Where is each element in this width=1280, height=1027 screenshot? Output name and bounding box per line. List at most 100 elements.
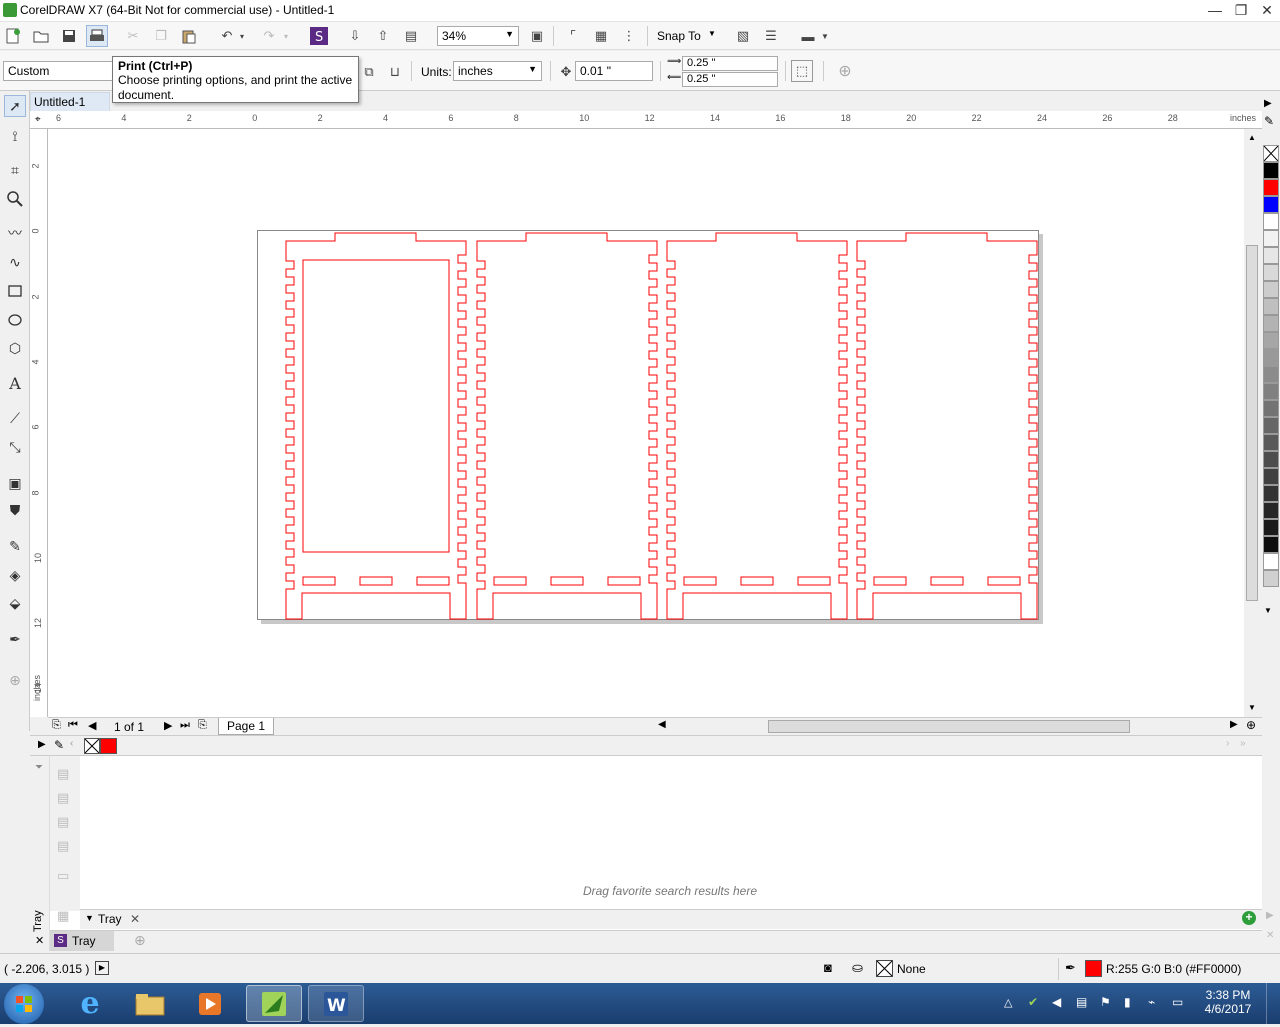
next-page-icon[interactable]: ▶ <box>164 719 172 732</box>
red-color-swatch[interactable] <box>100 738 117 754</box>
document-palette-right-icon[interactable]: › <box>1226 738 1229 749</box>
crop-tool-icon[interactable]: ⌗ <box>4 159 26 181</box>
polygon-tool-icon[interactable]: ⬡ <box>4 337 26 359</box>
ruler-origin-icon[interactable]: ⌖ <box>35 114 41 125</box>
panel-slot[interactable] <box>550 576 584 586</box>
zoom-tool-icon[interactable] <box>4 188 26 210</box>
action-center-icon[interactable]: ⚑ <box>1100 995 1111 1009</box>
full-screen-preview-icon[interactable]: ▣ <box>526 25 548 47</box>
panel-slot[interactable] <box>930 576 964 586</box>
drawing-canvas[interactable] <box>48 129 1244 717</box>
show-desktop-button[interactable] <box>1266 983 1280 1024</box>
media-player-icon[interactable] <box>182 985 238 1022</box>
panel-window-cutout[interactable] <box>302 259 450 553</box>
drop-shadow-tool-icon[interactable]: ▣ <box>4 472 26 494</box>
palette-color-swatch[interactable] <box>1263 196 1279 213</box>
show-guidelines-icon[interactable]: ⋮ <box>618 25 640 47</box>
previous-page-icon[interactable]: ◀ <box>88 719 96 732</box>
palette-color-swatch[interactable] <box>1263 281 1279 298</box>
portrait-landscape-icon[interactable]: ⧉ <box>358 61 380 83</box>
vertical-scrollbar[interactable]: ▲ ▼ <box>1244 129 1260 717</box>
document-palette-eyedropper-icon[interactable]: ✎ <box>54 738 64 752</box>
tray-tab-label[interactable]: Tray <box>98 912 122 926</box>
clock[interactable]: 3:38 PM 4/6/2017 <box>1196 988 1260 1016</box>
interactive-fill-tool-icon[interactable]: ◈ <box>4 564 26 586</box>
application-launcher-icon[interactable]: ☰ <box>760 25 782 47</box>
shape-tool-icon[interactable]: ⟟ <box>4 125 26 147</box>
tray-new-icon[interactable]: ▭ <box>57 868 69 884</box>
document-palette-arrow-icon[interactable]: ▶ <box>38 739 46 750</box>
duplicate-distance-y-input[interactable]: 0.25 " <box>682 72 778 87</box>
tray-settings-icon[interactable]: ▦ <box>57 908 69 924</box>
palette-color-swatch[interactable] <box>1263 468 1279 485</box>
fill-none-swatch[interactable] <box>876 960 893 977</box>
palette-color-swatch[interactable] <box>1263 400 1279 417</box>
add-tool-icon[interactable]: ⊕ <box>4 669 26 691</box>
import-icon[interactable]: ⇩ <box>344 25 366 47</box>
drawing-page[interactable] <box>257 230 1039 620</box>
new-document-icon[interactable] <box>2 25 24 47</box>
tray-overflow-icon[interactable]: △ <box>1004 996 1012 1009</box>
status-expand-icon[interactable]: ▶ <box>95 961 109 975</box>
color-proofing-icon[interactable]: ◙ <box>824 960 832 975</box>
usb-icon[interactable]: ⌁ <box>1148 995 1155 1009</box>
palette-color-swatch[interactable] <box>1263 298 1279 315</box>
right-panel-scroll-icon[interactable]: ▶ <box>1266 910 1274 921</box>
palette-color-swatch[interactable] <box>1263 366 1279 383</box>
panel-slot[interactable] <box>873 576 907 586</box>
palette-color-swatch[interactable] <box>1263 417 1279 434</box>
export-icon[interactable]: ⇧ <box>372 25 394 47</box>
freehand-tool-icon[interactable]: 〰 <box>4 222 26 244</box>
outline-color-swatch[interactable] <box>1085 960 1102 977</box>
paste-icon[interactable] <box>178 25 200 47</box>
paper-preset-combo[interactable]: Custom <box>3 61 113 81</box>
parallel-dimension-tool-icon[interactable]: ⟋ <box>4 407 26 429</box>
tray-side-close-icon[interactable]: ✕ <box>35 934 44 947</box>
copy-icon[interactable]: ❐ <box>150 25 172 47</box>
panel-slot[interactable] <box>359 576 393 586</box>
palette-color-swatch[interactable] <box>1263 434 1279 451</box>
snap-to-chevron-icon[interactable]: ▼ <box>708 29 716 38</box>
welcome-screen-icon[interactable]: ▬ <box>797 25 819 47</box>
internet-explorer-icon[interactable]: e <box>62 985 118 1022</box>
no-color-swatch[interactable] <box>1263 145 1279 162</box>
palette-color-swatch[interactable] <box>1263 536 1279 553</box>
undo-dropdown-chevron-icon[interactable]: ▾ <box>236 25 248 47</box>
horizontal-scroll-thumb[interactable] <box>768 720 1130 733</box>
snap-to-button[interactable]: Snap To <box>657 29 701 43</box>
artistic-media-tool-icon[interactable]: ∿ <box>4 251 26 273</box>
add-page-after-icon[interactable]: ⎘ <box>198 719 207 732</box>
redo-dropdown-chevron-icon[interactable]: ▾ <box>280 25 292 47</box>
palette-color-swatch[interactable] <box>1263 383 1279 400</box>
zoom-level-combo[interactable]: 34% ▼ <box>437 26 519 46</box>
nudge-distance-input[interactable]: 0.01 " <box>575 61 653 81</box>
search-content-icon[interactable]: S <box>308 25 330 47</box>
tray-copy-icon[interactable]: ▤ <box>57 790 69 806</box>
panel-slot[interactable] <box>607 576 641 586</box>
save-icon[interactable] <box>58 25 80 47</box>
first-page-icon[interactable]: ⏮ <box>68 719 78 732</box>
tray-tab-close-icon[interactable]: ✕ <box>130 912 140 926</box>
eyedropper-icon[interactable]: ✎ <box>1264 114 1274 128</box>
tray-side-label[interactable]: Tray <box>32 910 44 932</box>
scroll-left-icon[interactable]: ◀ <box>658 719 666 730</box>
palette-color-swatch[interactable] <box>1263 162 1279 179</box>
box-panel-outline[interactable] <box>666 232 848 620</box>
add-page-before-icon[interactable]: ⎘ <box>52 719 61 732</box>
palette-color-swatch[interactable] <box>1263 247 1279 264</box>
volume-icon[interactable]: ◀ <box>1052 995 1061 1009</box>
page-layout-icon[interactable]: ⊔ <box>384 61 406 83</box>
tray-delete-icon[interactable]: ▤ <box>57 838 69 854</box>
box-panels-drawing[interactable] <box>258 231 1040 621</box>
ellipse-tool-icon[interactable] <box>4 309 26 331</box>
box-panel-outline[interactable] <box>476 232 658 620</box>
tray-tab-dropdown-icon[interactable]: ▼ <box>85 913 94 923</box>
palette-color-swatch[interactable] <box>1263 179 1279 196</box>
smart-fill-tool-icon[interactable]: ⬙ <box>4 592 26 614</box>
document-tab-untitled-1[interactable]: Untitled-1 <box>30 92 110 111</box>
power-icon[interactable]: ▮ <box>1124 995 1131 1009</box>
print-icon[interactable] <box>86 25 108 47</box>
panel-slot[interactable] <box>493 576 527 586</box>
transparency-tool-icon[interactable]: ⛊ <box>4 499 26 521</box>
outline-pen-tool-icon[interactable]: ✒ <box>4 628 26 650</box>
